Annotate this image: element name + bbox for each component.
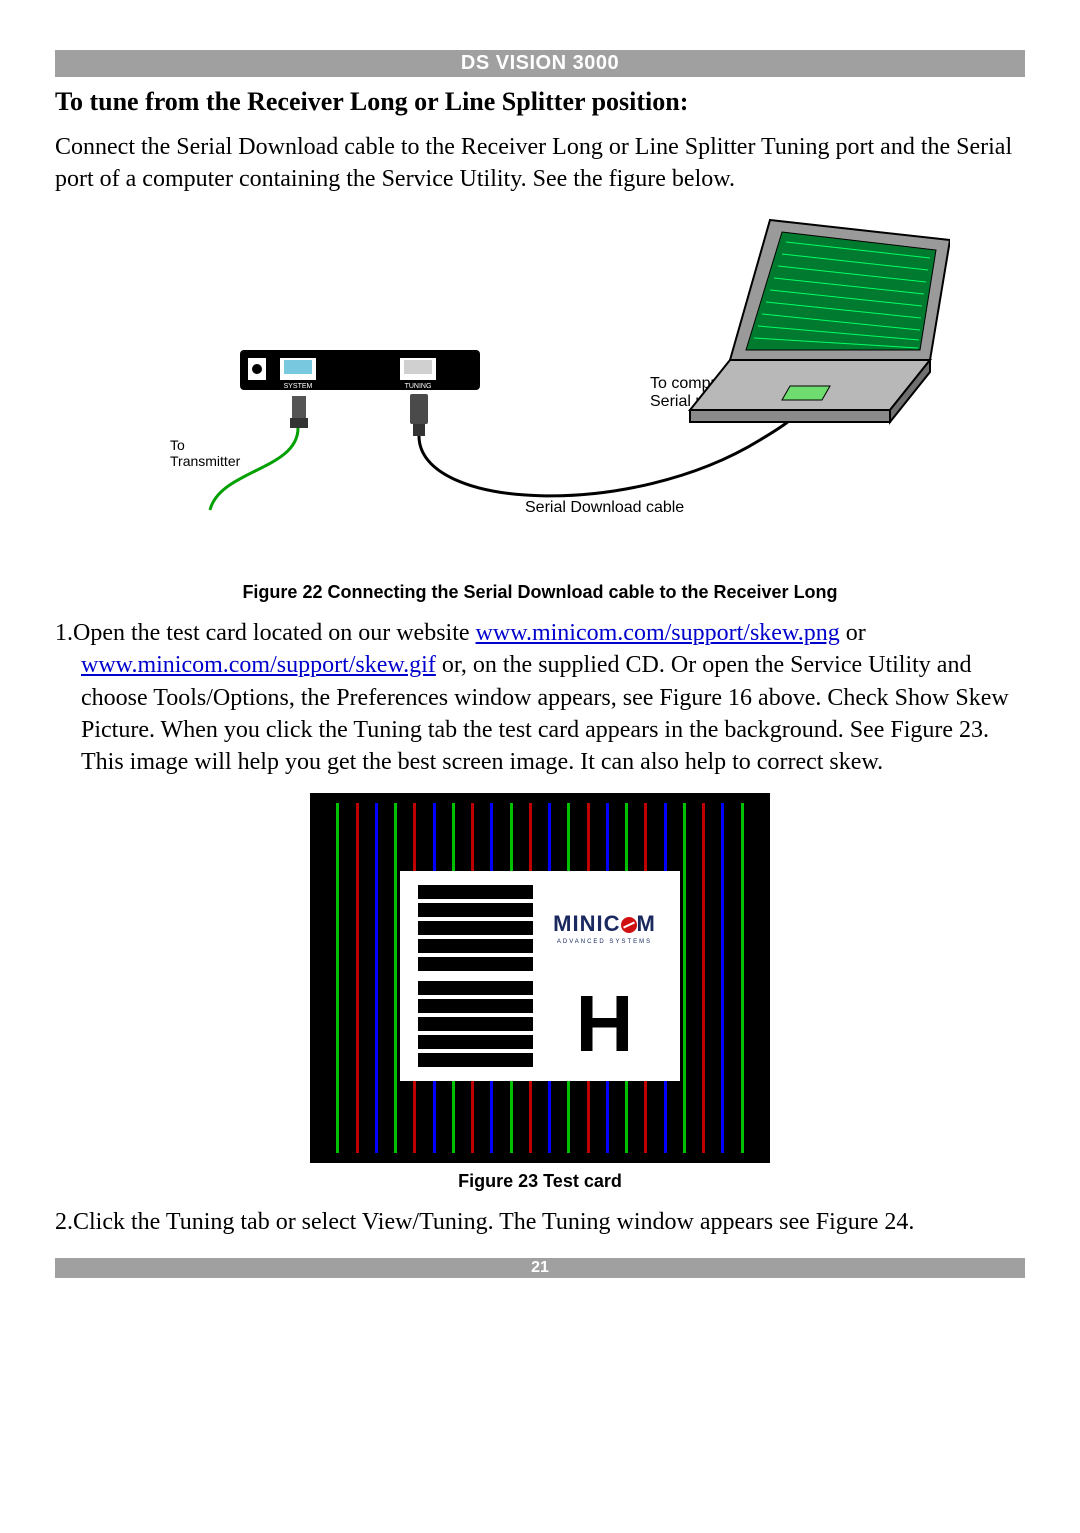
- doc-footer-bar: 21: [55, 1258, 1025, 1278]
- skew-gif-link[interactable]: www.minicom.com/support/skew.gif: [81, 652, 436, 678]
- testcard-bars-bottomleft: [418, 981, 533, 1067]
- figure-22-caption: Figure 22 Connecting the Serial Download…: [55, 582, 1025, 603]
- laptop-icon: [690, 220, 950, 422]
- testcard-stripe: [683, 803, 686, 1153]
- intro-paragraph: Connect the Serial Download cable to the…: [55, 131, 1025, 196]
- connection-diagram-svg: SYSTEM TUNING To Transmitter: [130, 210, 950, 570]
- logo-o-icon: [621, 917, 637, 933]
- testcard-stripe: [375, 803, 378, 1153]
- testcard-bars-topleft: [418, 885, 533, 971]
- testcard-stripe: [702, 803, 705, 1153]
- test-card-image: MINIC M ADVANCED SYSTEMS H: [310, 793, 770, 1163]
- label-serial-cable: Serial Download cable: [525, 499, 684, 516]
- logo-subtext: ADVANCED SYSTEMS: [557, 939, 652, 945]
- step-2-marker: 2.: [55, 1209, 73, 1235]
- logo-tail-text: M: [637, 911, 656, 936]
- label-to-transmitter: To Transmitter: [170, 437, 241, 469]
- label-tuning: TUNING: [405, 383, 432, 390]
- logo-main-text: MINIC: [553, 911, 620, 936]
- step-1-mid1: or: [840, 620, 866, 646]
- figure-23-caption: Figure 23 Test card: [55, 1171, 1025, 1192]
- figure-22-diagram: SYSTEM TUNING To Transmitter: [55, 210, 1025, 576]
- step-2: 2.Click the Tuning tab or select View/Tu…: [55, 1206, 1025, 1238]
- testcard-stripe: [336, 803, 339, 1153]
- step-1-pre: Open the test card located on our websit…: [73, 620, 476, 646]
- section-heading: To tune from the Receiver Long or Line S…: [55, 87, 1025, 117]
- testcard-big-h: H: [547, 981, 662, 1067]
- label-system: SYSTEM: [284, 383, 313, 390]
- minicom-logo: MINIC M ADVANCED SYSTEMS: [547, 885, 662, 971]
- step-2-text: Click the Tuning tab or select View/Tuni…: [73, 1209, 914, 1235]
- testcard-stripe: [394, 803, 397, 1153]
- testcard-stripe: [741, 803, 744, 1153]
- testcard-stripe: [356, 803, 359, 1153]
- step-1: 1.Open the test card located on our webs…: [55, 617, 1025, 779]
- skew-png-link[interactable]: www.minicom.com/support/skew.png: [476, 620, 840, 646]
- figure-23-testcard: MINIC M ADVANCED SYSTEMS H: [55, 793, 1025, 1163]
- step-1-marker: 1.: [55, 620, 73, 646]
- testcard-stripe: [721, 803, 724, 1153]
- doc-header-bar: DS VISION 3000: [55, 50, 1025, 77]
